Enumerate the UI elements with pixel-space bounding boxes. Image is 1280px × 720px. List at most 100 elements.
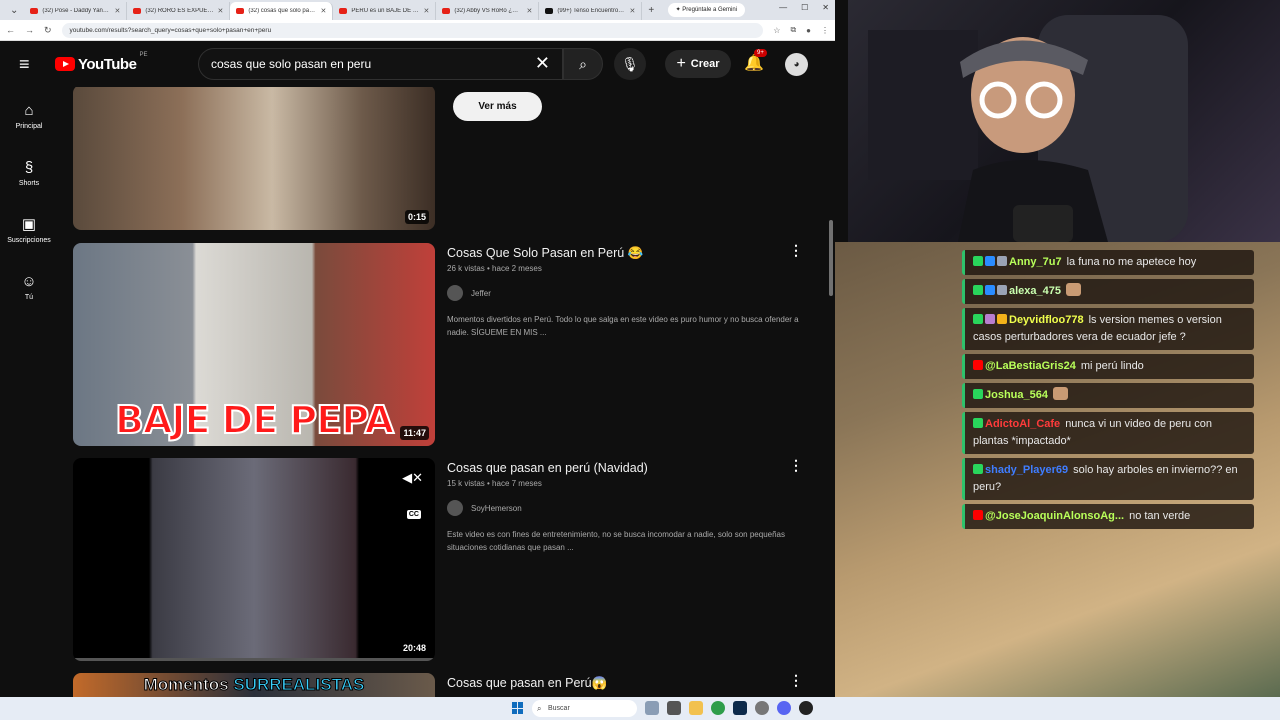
channel-link[interactable]: SoyHemerson <box>447 500 807 516</box>
create-button[interactable]: + Crear <box>665 50 731 78</box>
close-icon[interactable]: ✕ <box>218 7 224 15</box>
tab-search-icon[interactable]: ⌄ <box>4 2 24 20</box>
windows-start-icon[interactable] <box>512 702 524 714</box>
taskbar-search[interactable]: ⌕ Buscar <box>532 700 637 717</box>
chat-message: Anny_7u7 la funa no me apetece hoy <box>962 250 1254 275</box>
more-options-icon[interactable]: ⋮ <box>789 242 803 259</box>
browser-tab-5[interactable]: (32) Abby VS RoRo ¿Quién... ✕ <box>436 2 540 20</box>
forward-arrow-icon[interactable]: → <box>25 25 34 35</box>
video-thumbnail[interactable]: 0:15 <box>73 87 435 230</box>
video-duration: 0:15 <box>404 210 429 224</box>
ver-mas-label: Ver más <box>478 101 517 112</box>
video-title[interactable]: Cosas que pasan en perú (Navidad) <box>447 460 807 476</box>
widgets-icon[interactable] <box>645 701 659 715</box>
close-window-icon[interactable]: ✕ <box>822 3 829 12</box>
voice-search-button[interactable]: 🎙 <box>614 48 646 80</box>
thumbnail-text-a: Momentos <box>143 675 234 695</box>
guide-item-principal[interactable]: ⌂ Principal <box>0 87 58 144</box>
bell-icon: 🔔 <box>744 55 764 72</box>
maximize-icon[interactable]: ☐ <box>801 3 808 12</box>
search-results: 0:15 Ver más BAJE DE PEPA 11:47 Cosas Qu… <box>58 87 828 697</box>
video-title[interactable]: Cosas Que Solo Pasan en Perú 😂 <box>447 245 807 261</box>
browser-tab-2[interactable]: (32) RORO ES EXPUESTA... ✕ <box>127 2 231 20</box>
reload-icon[interactable]: ↻ <box>44 25 52 36</box>
chrome-icon[interactable] <box>711 701 725 715</box>
video-preview-player[interactable]: ◀✕ CC 20:48 <box>73 458 435 661</box>
search-icon: ⌕ <box>579 56 587 72</box>
video-title[interactable]: Cosas que pasan en Perú😱 <box>447 675 807 691</box>
extensions-icon[interactable]: ⧉ <box>790 25 796 35</box>
chat-message: alexa_475 <box>962 279 1254 304</box>
youtube-badge-icon <box>973 360 983 370</box>
shorts-icon: § <box>24 158 34 176</box>
close-icon[interactable]: ✕ <box>321 7 327 15</box>
file-explorer-icon[interactable] <box>689 701 703 715</box>
task-view-icon[interactable] <box>667 701 681 715</box>
scrollbar-thumb[interactable] <box>829 220 833 296</box>
photoshop-icon[interactable] <box>733 701 747 715</box>
guide-item-shorts[interactable]: § Shorts <box>0 144 58 201</box>
more-options-icon[interactable]: ⋮ <box>789 672 803 689</box>
browser-menu-icon[interactable]: ⋮ <box>821 26 829 35</box>
chat-username: shady_Player69 <box>985 464 1069 476</box>
captions-icon[interactable]: CC <box>406 510 421 519</box>
webcam-feed <box>848 0 1280 242</box>
video-duration: 20:48 <box>399 641 429 655</box>
new-tab-plus-icon[interactable]: + <box>642 2 660 20</box>
search-button[interactable]: ⌕ <box>563 48 603 80</box>
search-input[interactable]: cosas que solo pasan en peru <box>211 57 371 71</box>
channel-name[interactable]: Jeffer <box>471 289 491 298</box>
video-thumbnail[interactable]: Momentos SURREALISTAS <box>73 673 435 697</box>
close-icon[interactable]: ✕ <box>630 7 636 15</box>
monitor-shape <box>868 30 978 180</box>
video-thumbnail[interactable]: BAJE DE PEPA 11:47 <box>73 243 435 446</box>
back-arrow-icon[interactable]: ← <box>6 25 15 35</box>
gemini-button[interactable]: ✦ Pregúntale a Gemini <box>667 3 745 17</box>
youtube-logo[interactable]: YouTube PE <box>55 52 147 73</box>
kick-badge-icon <box>973 256 983 266</box>
subscriber-badge-icon <box>985 285 995 295</box>
chat-message: Joshua_564 <box>962 383 1254 408</box>
subscriptions-icon: ▣ <box>21 216 37 233</box>
browser-tab-4[interactable]: PERÚ es un BAJE DE PEPA ✕ <box>333 2 437 20</box>
subscriber-badge-icon <box>985 256 995 266</box>
obs-icon[interactable] <box>799 701 813 715</box>
profile-icon[interactable]: ● <box>806 26 811 35</box>
browser-tab-6[interactable]: (99+) Tenso Encuentro en... ✕ <box>539 2 643 20</box>
minimize-icon[interactable]: — <box>779 3 787 12</box>
more-options-icon[interactable]: ⋮ <box>789 457 803 474</box>
youtube-favicon-icon <box>442 8 451 14</box>
channel-avatar[interactable] <box>447 285 463 301</box>
search-box[interactable]: cosas que solo pasan en peru ✕ <box>198 48 563 80</box>
tab-title: (32) cosas que solo pasan... <box>248 8 317 14</box>
bookmark-star-icon[interactable]: ☆ <box>773 26 780 35</box>
browser-window: ⌄ (32) Pose - Daddy Yankee ✕ (32) RORO ES… <box>0 0 835 697</box>
close-icon[interactable]: ✕ <box>424 7 430 15</box>
video-info: Cosas que pasan en perú (Navidad) 15 k v… <box>447 460 807 554</box>
preview-progress-bar[interactable] <box>73 658 435 661</box>
channel-avatar[interactable] <box>447 500 463 516</box>
guide-item-suscripciones[interactable]: ▣ Suscripciones <box>0 201 58 258</box>
browser-tab-3[interactable]: (32) cosas que solo pasan... ✕ <box>230 2 334 20</box>
guide-item-tu[interactable]: ☺ Tú <box>0 258 58 315</box>
channel-name[interactable]: SoyHemerson <box>471 504 522 513</box>
close-icon[interactable]: ✕ <box>115 7 121 15</box>
settings-gear-icon[interactable] <box>755 701 769 715</box>
browser-tab-1[interactable]: (32) Pose - Daddy Yankee ✕ <box>24 2 128 20</box>
ver-mas-button[interactable]: Ver más <box>453 92 542 121</box>
account-avatar[interactable]: ◕ <box>785 53 808 76</box>
country-code: PE <box>139 51 148 58</box>
notifications-button[interactable]: 🔔 9+ <box>744 49 767 73</box>
screen: ⌄ (32) Pose - Daddy Yankee ✕ (32) RORO ES… <box>0 0 1280 720</box>
chat-message: Deyvidfloo778 ls version memes o version … <box>962 308 1254 350</box>
hamburger-menu-icon[interactable]: ≡ <box>19 55 39 73</box>
discord-icon[interactable] <box>777 701 791 715</box>
tab-title: (32) Abby VS RoRo ¿Quién... <box>454 8 522 14</box>
tab-title: (32) RORO ES EXPUESTA... <box>145 8 213 14</box>
guide-label: Suscripciones <box>7 237 51 244</box>
close-icon[interactable]: ✕ <box>527 7 533 15</box>
channel-link[interactable]: Jeffer <box>447 285 807 301</box>
clear-search-icon[interactable]: ✕ <box>535 53 550 74</box>
mute-icon[interactable]: ◀✕ <box>402 470 423 486</box>
url-field[interactable]: youtube.com/results?search_query=cosas+q… <box>61 22 764 38</box>
